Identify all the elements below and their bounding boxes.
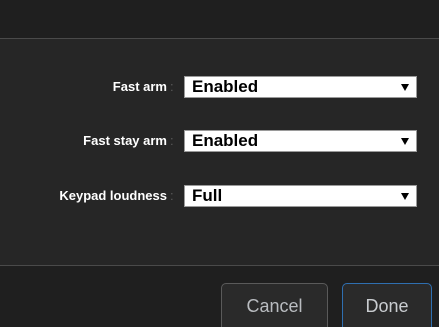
dropdown-arrow-icon [401,138,409,145]
keypad-loudness-select[interactable]: Full [184,185,417,207]
setting-row-keypad-loudness: Keypad loudness : Full [0,185,439,207]
settings-dialog: Fast arm : Enabled Fast stay arm : Enabl… [0,0,439,327]
fast-arm-value: Enabled [192,77,259,96]
setting-row-fast-arm: Fast arm : Enabled [0,76,439,98]
fast-stay-arm-select[interactable]: Enabled [184,130,417,152]
label-separator: : [170,188,174,203]
fast-stay-arm-value: Enabled [192,131,259,150]
keypad-loudness-value: Full [192,186,223,205]
label-separator: : [170,133,174,148]
fast-arm-label: Fast arm [112,79,167,94]
cancel-button[interactable]: Cancel [221,283,328,327]
done-button[interactable]: Done [342,283,432,327]
label-separator: : [170,79,174,94]
fast-arm-select[interactable]: Enabled [184,76,417,98]
dropdown-arrow-icon [401,193,409,200]
dropdown-arrow-icon [401,84,409,91]
setting-row-fast-stay-arm: Fast stay arm : Enabled [0,130,439,152]
fast-stay-arm-label: Fast stay arm [83,133,167,148]
dialog-body: Fast arm : Enabled Fast stay arm : Enabl… [0,39,439,265]
keypad-loudness-label: Keypad loudness [59,188,167,203]
dialog-footer: Cancel Done [0,265,439,327]
dialog-header [0,0,439,39]
